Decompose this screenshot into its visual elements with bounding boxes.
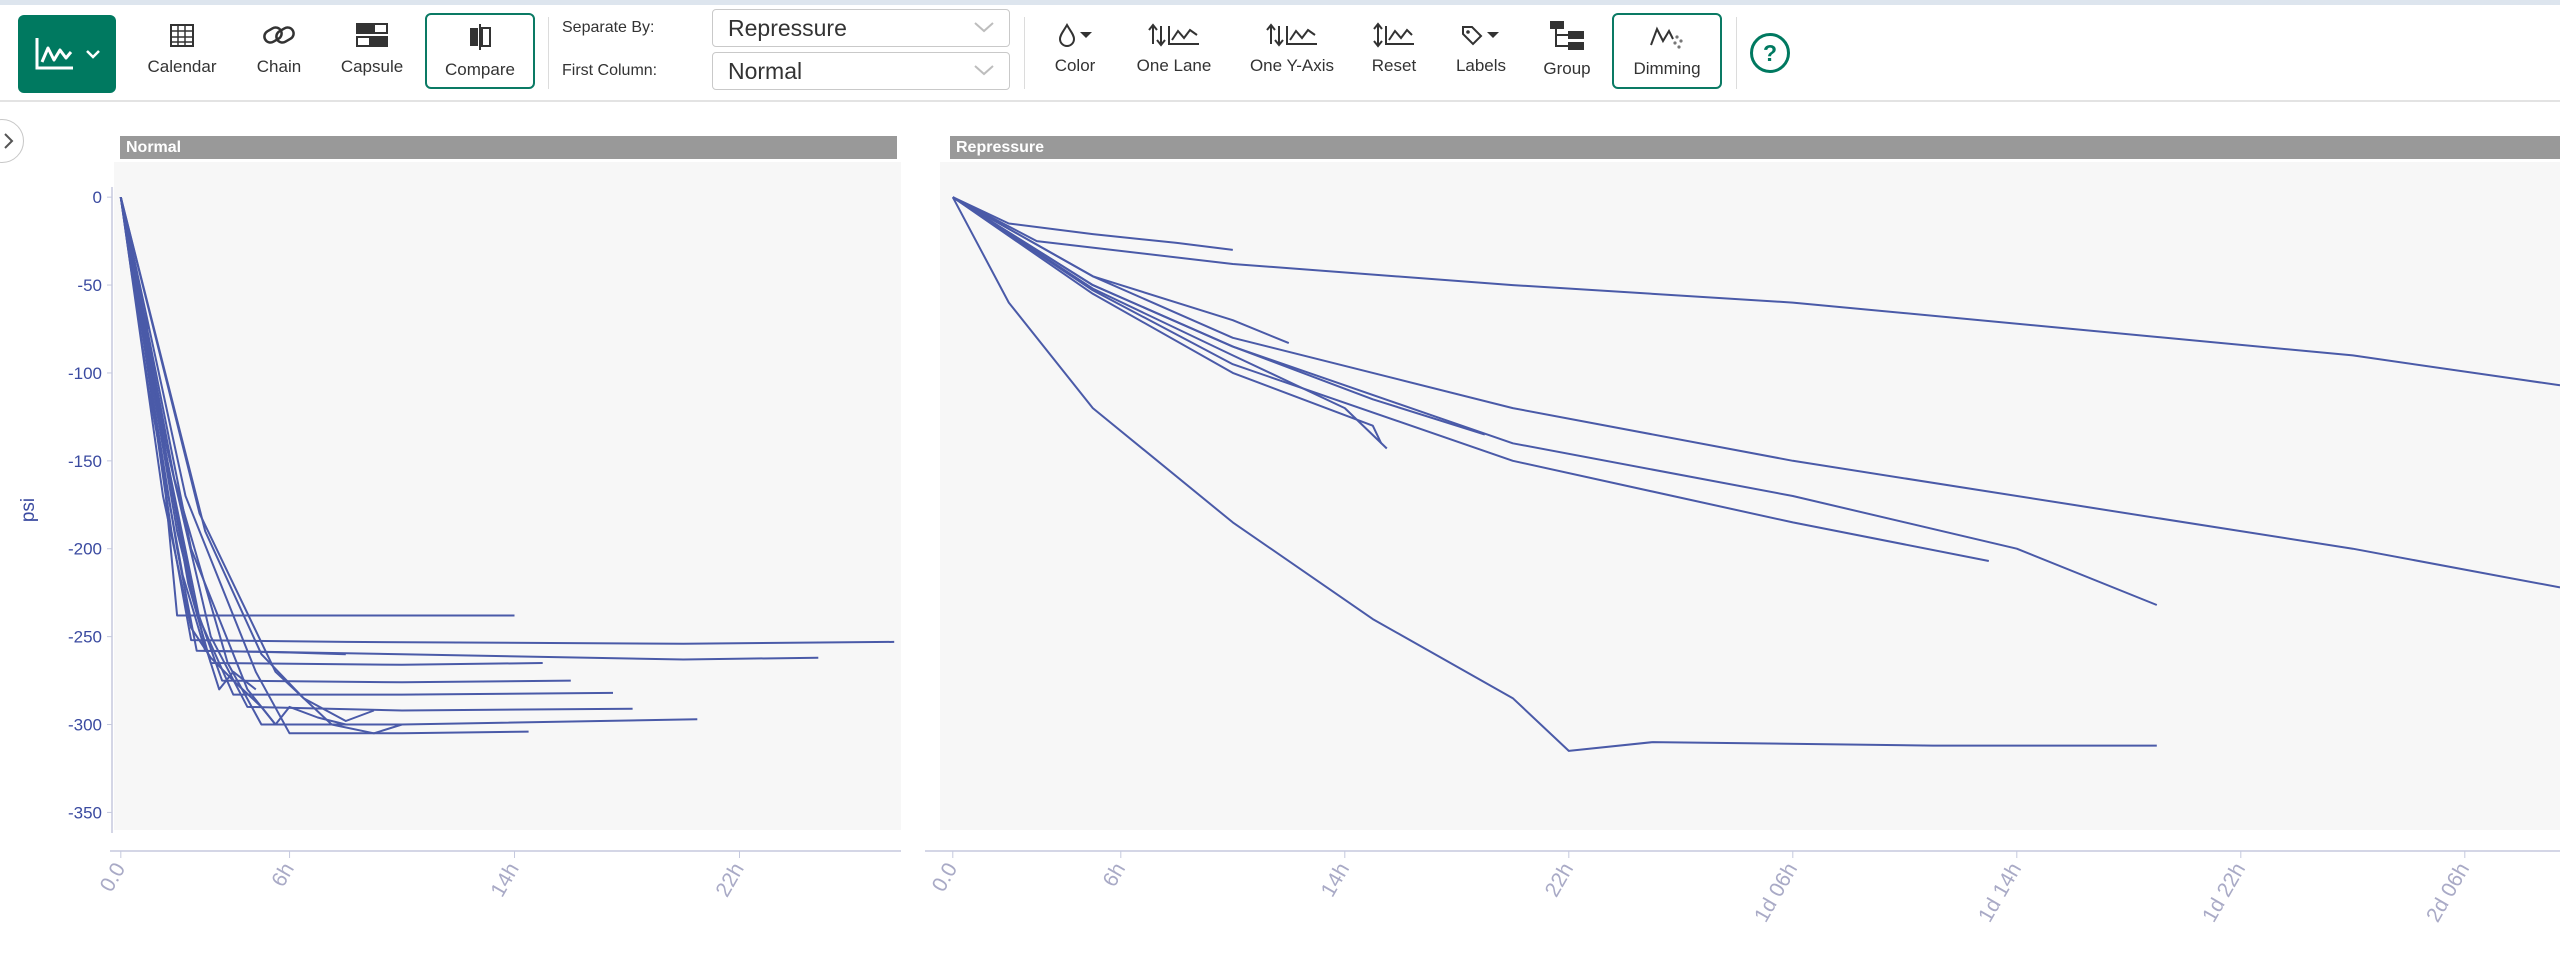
x-tick-label: 14h — [1317, 859, 1354, 901]
x-tick-label: 22h — [711, 859, 748, 901]
series-line[interactable] — [119, 197, 819, 661]
y-tick-label: 0 — [93, 188, 102, 207]
series-line[interactable] — [951, 196, 2157, 752]
series-line[interactable] — [952, 196, 2560, 387]
series-line[interactable] — [119, 197, 895, 645]
x-tick-label: 6h — [267, 859, 299, 891]
series-line[interactable] — [119, 197, 515, 617]
series-line[interactable] — [119, 197, 277, 726]
x-tick-label: 2d 06h — [2422, 859, 2474, 926]
series-line[interactable] — [119, 197, 614, 696]
series-line[interactable] — [952, 196, 2560, 589]
x-tick-label: 0.0 — [928, 859, 963, 896]
y-tick-label: -300 — [68, 716, 102, 735]
x-tick-label: 1d 14h — [1974, 859, 2026, 926]
series-line[interactable] — [119, 197, 698, 726]
y-axis-label: psi — [18, 498, 39, 522]
x-tick-label: 0.0 — [96, 859, 131, 896]
y-tick-label: -100 — [68, 364, 102, 383]
y-tick-label: -350 — [68, 803, 102, 822]
series-line[interactable] — [119, 197, 347, 726]
series-line[interactable] — [952, 196, 2158, 606]
y-tick-label: -150 — [68, 452, 102, 471]
series-line[interactable] — [119, 197, 633, 712]
x-tick-label: 22h — [1541, 859, 1578, 901]
series-group-repressure — [951, 196, 2560, 752]
y-tick-label: -200 — [68, 540, 102, 559]
x-tick-label: 1d 22h — [2198, 859, 2250, 926]
y-tick-label: -50 — [77, 276, 102, 295]
chart-canvas: psi 0 -50 -100 -150 -200 -250 -300 -350 0.0 6h 14… — [18, 187, 2560, 926]
x-tick-label: 6h — [1099, 859, 1131, 891]
series-line[interactable] — [952, 196, 1290, 345]
series-group-normal — [119, 196, 895, 735]
x-tick-label: 1d 06h — [1750, 859, 1802, 926]
x-tick-label: 14h — [486, 859, 523, 901]
y-tick-label: -250 — [68, 628, 102, 647]
